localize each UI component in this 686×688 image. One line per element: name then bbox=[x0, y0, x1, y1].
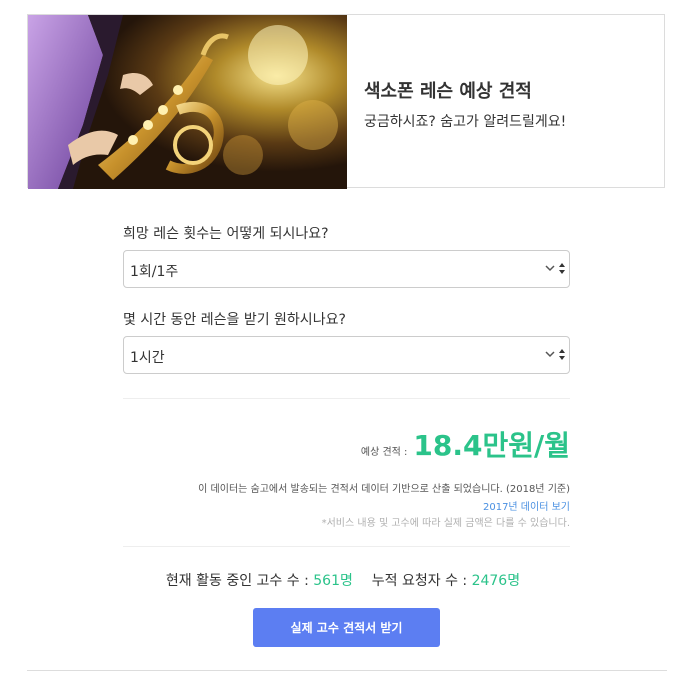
hero-subtitle: 궁금하시죠? 숨고가 알려드릴게요! bbox=[364, 114, 567, 130]
requests-label: 누적 요청자 수 : bbox=[371, 573, 468, 589]
hero-banner: 색소폰 레슨 예상 견적 궁금하시죠? 숨고가 알려드릴게요! bbox=[27, 14, 665, 189]
get-quotes-button[interactable]: 실제 고수 견적서 받기 bbox=[253, 608, 440, 647]
lesson-frequency-value: 1회/1주 bbox=[130, 264, 179, 280]
active-pros-label: 현재 활동 중인 고수 수 : bbox=[165, 573, 309, 589]
hero-title: 색소폰 레슨 예상 견적 bbox=[364, 81, 532, 102]
estimate-result: 예상 견적 : 18.4만원/월 bbox=[361, 424, 570, 464]
stats-line: 현재 활동 중인 고수 수 : 561명 누적 요청자 수 : 2476명 bbox=[0, 570, 686, 590]
estimate-label: 예상 견적 : bbox=[360, 447, 408, 458]
lesson-duration-value: 1시간 bbox=[130, 350, 165, 366]
saxophone-image bbox=[28, 15, 347, 189]
bottom-divider bbox=[27, 670, 667, 671]
chevron-updown-icon bbox=[545, 349, 565, 360]
lesson-duration-label: 몇 시간 동안 레슨을 받기 원하시나요? bbox=[123, 312, 346, 328]
hero-text: 색소폰 레슨 예상 견적 궁금하시죠? 숨고가 알려드릴게요! bbox=[364, 77, 566, 131]
chevron-updown-icon bbox=[545, 263, 565, 274]
divider bbox=[123, 398, 570, 399]
active-pros-count: 561명 bbox=[313, 573, 353, 589]
data-source-note: 이 데이터는 숨고에서 발송되는 견적서 데이터 기반으로 산출 되었습니다. … bbox=[198, 484, 570, 495]
disclaimer-note: *서비스 내용 및 고수에 따라 실제 금액은 다를 수 있습니다. bbox=[321, 518, 570, 529]
lesson-duration-select[interactable]: 1시간 bbox=[123, 336, 570, 374]
previous-data-link[interactable]: 2017년 데이터 보기 bbox=[483, 498, 570, 513]
lesson-frequency-label: 희망 레슨 횟수는 어떻게 되시나요? bbox=[123, 226, 329, 242]
requests-count: 2476명 bbox=[471, 573, 521, 589]
estimate-amount: 18.4만원/월 bbox=[413, 429, 570, 462]
divider bbox=[123, 546, 570, 547]
lesson-frequency-select[interactable]: 1회/1주 bbox=[123, 250, 570, 288]
